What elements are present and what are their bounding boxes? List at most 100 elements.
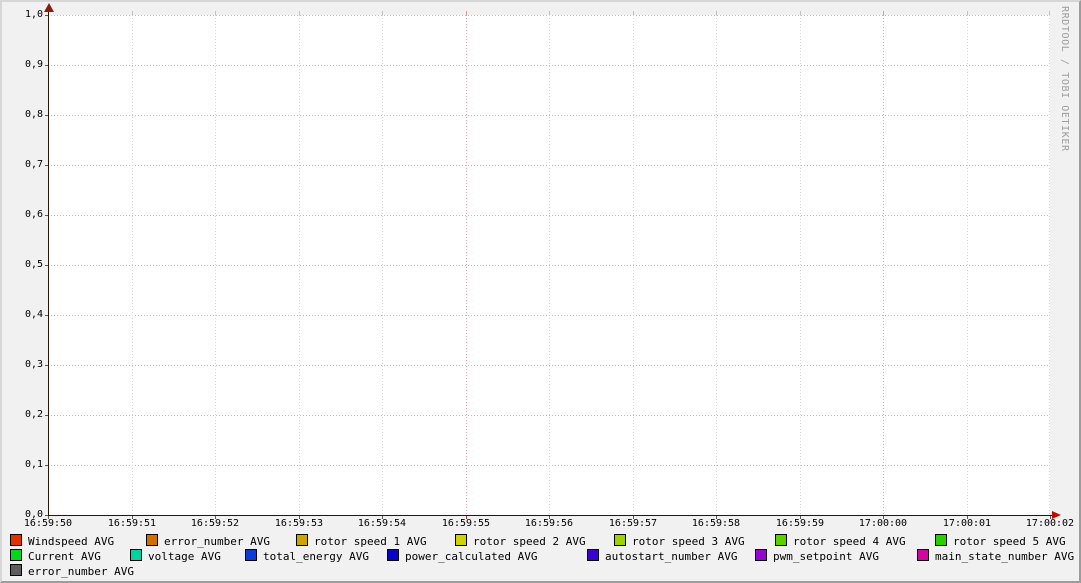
x-axis-tick bbox=[132, 516, 133, 519]
v-gridline bbox=[633, 15, 634, 515]
legend-item-label: rotor speed 2 AVG bbox=[473, 535, 586, 548]
legend-color-swatch bbox=[387, 549, 399, 561]
x-tick-label: 17:00:01 bbox=[937, 518, 997, 530]
legend-item-label: rotor speed 4 AVG bbox=[793, 535, 906, 548]
legend-item: autostart_number AVG bbox=[587, 549, 737, 562]
legend-color-swatch bbox=[587, 549, 599, 561]
legend-item-label: rotor speed 1 AVG bbox=[314, 535, 427, 548]
y-axis-tick bbox=[45, 465, 48, 466]
v-gridline bbox=[800, 15, 801, 515]
legend-item: pwm_setpoint AVG bbox=[755, 549, 879, 562]
x-axis-tick bbox=[382, 516, 383, 519]
gridline-top-tick bbox=[633, 11, 634, 15]
legend-item-label: error_number AVG bbox=[28, 565, 134, 578]
y-axis-tick bbox=[45, 415, 48, 416]
x-tick-label: 16:59:53 bbox=[269, 518, 329, 530]
x-tick-label: 17:00:02 bbox=[1020, 518, 1080, 530]
y-tick-label: 0,9 bbox=[2, 59, 43, 71]
legend-item: Current AVG bbox=[10, 549, 101, 562]
gridline-top-tick bbox=[382, 11, 383, 15]
gridline-top-tick bbox=[800, 11, 801, 15]
y-axis-arrow-icon bbox=[44, 3, 54, 12]
legend-item: rotor speed 1 AVG bbox=[296, 534, 427, 547]
y-tick-label: 0,5 bbox=[2, 259, 43, 271]
legend-item-label: pwm_setpoint AVG bbox=[773, 550, 879, 563]
legend-item: rotor speed 5 AVG bbox=[935, 534, 1066, 547]
v-gridline bbox=[883, 15, 884, 515]
x-axis-tick bbox=[967, 516, 968, 519]
legend-item: error_number AVG bbox=[146, 534, 270, 547]
x-axis-tick bbox=[215, 516, 216, 519]
plot-area bbox=[48, 15, 1050, 515]
gridline-top-tick bbox=[466, 11, 467, 15]
x-axis-tick bbox=[299, 516, 300, 519]
y-axis-tick bbox=[45, 265, 48, 266]
legend-item-label: error_number AVG bbox=[164, 535, 270, 548]
legend-color-swatch bbox=[755, 549, 767, 561]
legend-item-label: voltage AVG bbox=[148, 550, 221, 563]
x-axis-tick bbox=[549, 516, 550, 519]
y-axis-tick bbox=[45, 115, 48, 116]
legend-color-swatch bbox=[917, 549, 929, 561]
y-tick-label: 0,4 bbox=[2, 309, 43, 321]
legend-item-label: total_energy AVG bbox=[263, 550, 369, 563]
legend-color-swatch bbox=[146, 534, 158, 546]
legend-item-label: autostart_number AVG bbox=[605, 550, 737, 563]
y-axis-tick bbox=[45, 15, 48, 16]
v-gridline bbox=[1049, 15, 1050, 515]
legend-color-swatch bbox=[455, 534, 467, 546]
x-axis-tick bbox=[716, 516, 717, 519]
watermark: RRDTOOL / TOBI OETIKER bbox=[1059, 6, 1070, 152]
gridline-top-tick bbox=[967, 11, 968, 15]
legend-color-swatch bbox=[10, 564, 22, 576]
v-gridline bbox=[716, 15, 717, 515]
x-axis-tick bbox=[1050, 516, 1051, 519]
y-tick-label: 0,7 bbox=[2, 159, 43, 171]
legend-item: rotor speed 3 AVG bbox=[614, 534, 745, 547]
v-gridline bbox=[967, 15, 968, 515]
legend-item: rotor speed 2 AVG bbox=[455, 534, 586, 547]
v-gridline bbox=[215, 15, 216, 515]
legend-item: main_state_number AVG bbox=[917, 549, 1074, 562]
v-gridline bbox=[466, 15, 467, 515]
x-tick-label: 16:59:51 bbox=[102, 518, 162, 530]
legend-color-swatch bbox=[296, 534, 308, 546]
gridline-top-tick bbox=[716, 11, 717, 15]
v-gridline bbox=[299, 15, 300, 515]
legend-item: power_calculated AVG bbox=[387, 549, 537, 562]
x-tick-label: 16:59:59 bbox=[770, 518, 830, 530]
x-axis-line bbox=[48, 515, 1054, 516]
legend-color-swatch bbox=[935, 534, 947, 546]
legend-item: Windspeed AVG bbox=[10, 534, 114, 547]
y-axis-tick bbox=[45, 365, 48, 366]
legend-item: total_energy AVG bbox=[245, 549, 369, 562]
legend-item-label: Current AVG bbox=[28, 550, 101, 563]
x-axis-tick bbox=[883, 516, 884, 519]
x-tick-label: 16:59:58 bbox=[686, 518, 746, 530]
legend-color-swatch bbox=[775, 534, 787, 546]
legend-item-label: main_state_number AVG bbox=[935, 550, 1074, 563]
gridline-top-tick bbox=[299, 11, 300, 15]
y-axis-tick bbox=[45, 215, 48, 216]
x-axis-tick bbox=[633, 516, 634, 519]
legend-color-swatch bbox=[614, 534, 626, 546]
x-axis-tick bbox=[800, 516, 801, 519]
v-gridline bbox=[382, 15, 383, 515]
gridline-top-tick bbox=[883, 11, 884, 15]
y-tick-label: 0,2 bbox=[2, 409, 43, 421]
y-tick-label: 0,3 bbox=[2, 359, 43, 371]
y-tick-label: 1,0 bbox=[2, 9, 43, 21]
legend-item-label: rotor speed 3 AVG bbox=[632, 535, 745, 548]
x-tick-label: 16:59:55 bbox=[436, 518, 496, 530]
y-tick-label: 0,1 bbox=[2, 459, 43, 471]
y-axis-tick bbox=[45, 165, 48, 166]
gridline-top-tick bbox=[215, 11, 216, 15]
x-tick-label: 16:59:50 bbox=[18, 518, 78, 530]
x-axis-tick bbox=[48, 516, 49, 519]
legend-color-swatch bbox=[245, 549, 257, 561]
legend-item-label: Windspeed AVG bbox=[28, 535, 114, 548]
gridline-top-tick bbox=[1049, 11, 1050, 15]
legend-item: error_number AVG bbox=[10, 564, 134, 577]
legend-item: voltage AVG bbox=[130, 549, 221, 562]
x-tick-label: 16:59:57 bbox=[603, 518, 663, 530]
